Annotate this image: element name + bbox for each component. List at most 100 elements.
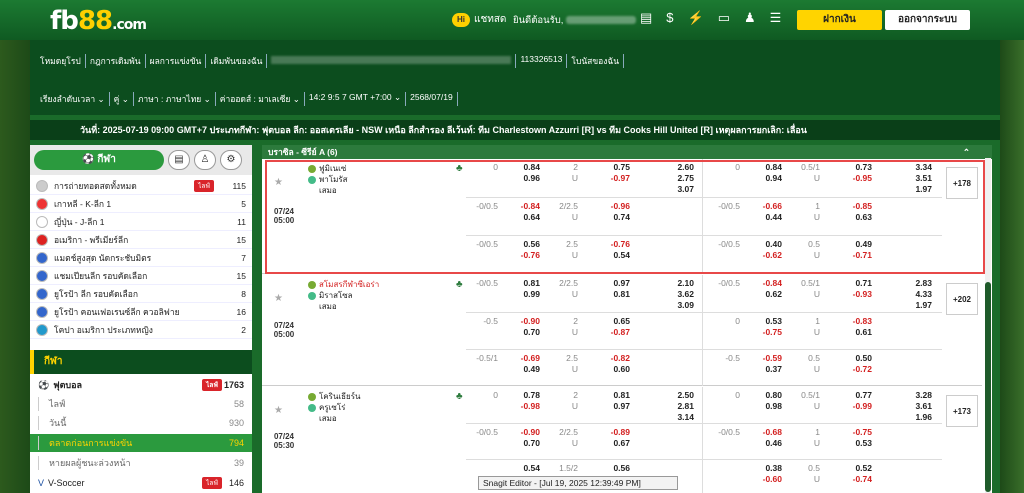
account-icon[interactable]: ♙ [194, 150, 216, 170]
nav-euro-mode[interactable]: โหมดยุโรป [36, 54, 86, 68]
league-item[interactable]: ยูโรป้า คอนเฟอเรนซ์ลีก ควอลิฟาย 16 [30, 303, 252, 321]
more-markets-button[interactable]: +178 [946, 167, 978, 199]
more-markets-button[interactable]: +173 [946, 395, 978, 427]
over-under-odds-1h[interactable]: 0.49 -0.71 [820, 239, 872, 261]
handicap-label: -0/0.5 [718, 201, 740, 211]
league-item[interactable]: โคปา อเมริกา ประเภทหญิง 2 [30, 321, 252, 339]
1x2-odds[interactable]: 2.50 2.81 3.14 [634, 390, 694, 423]
handicap-odds-1h[interactable]: -0.84 0.62 [740, 278, 782, 300]
betslip-icon[interactable]: ▤ [168, 150, 190, 170]
nav-rules[interactable]: กฎการเดิมพัน [86, 54, 146, 68]
over-under-odds-1h[interactable]: 0.71 -0.93 [820, 278, 872, 300]
settings-icon[interactable]: ⚙ [220, 150, 242, 170]
live-chat-link[interactable]: Hi แชทสด [452, 12, 506, 27]
tab-sports[interactable]: ⚽ กีฬา [34, 150, 164, 170]
handicap-odds[interactable]: 0.81 0.99 [498, 278, 540, 300]
over-under-odds[interactable]: -0.76 0.54 [578, 239, 630, 261]
sport-vsoccer[interactable]: V V-Soccer ไลฟ์ 146 [30, 474, 252, 492]
handicap-odds[interactable]: -0.84 0.64 [498, 201, 540, 223]
over-under-odds-1h[interactable]: -0.85 0.63 [820, 201, 872, 223]
language-select[interactable]: ภาษา : ภาษาไทย ⌄ [134, 92, 216, 106]
list-icon[interactable]: ☰ [770, 10, 782, 26]
p2p-icon[interactable]: ▭ [718, 10, 730, 26]
over-under-odds[interactable]: 0.56 [578, 463, 630, 474]
handicap-odds-1h[interactable]: 0.80 0.98 [740, 390, 782, 412]
1x2-odds-1h[interactable]: 3.34 3.51 1.97 [876, 162, 932, 195]
odds-select[interactable]: ค่าออดส์ : มาเลเซีย ⌄ [216, 92, 305, 106]
1x2-odds-1h[interactable]: 2.83 4.33 1.97 [876, 278, 932, 311]
handicap-odds[interactable]: 0.56 -0.76 [498, 239, 540, 261]
stats-icon[interactable]: ♣ [456, 279, 463, 290]
handicap-odds-1h[interactable]: 0.40 -0.62 [740, 239, 782, 261]
over-under-odds[interactable]: -0.82 0.60 [578, 353, 630, 375]
pair-select[interactable]: คู่ ⌄ [110, 92, 134, 106]
league-flag-icon [36, 179, 48, 192]
handicap-odds-1h[interactable]: 0.53 -0.75 [740, 316, 782, 338]
sport-early-market[interactable]: ตลาดก่อนการแข่งขัน 794 [30, 434, 252, 452]
chat-icon: Hi [452, 12, 470, 27]
top-bar: fb88.com Hi แชทสด ยินดีต้อนรับ, ▤ $ ⚡ ▭ ♟… [0, 0, 1024, 40]
league-item[interactable]: แมตช์สูงสุด นัดกระชับมิตร 7 [30, 249, 252, 267]
league-item[interactable]: ยูโรป้า ลีก รอบคัดเลือก 8 [30, 285, 252, 303]
stats-icon[interactable]: ♣ [456, 391, 463, 402]
nav-my-bonus[interactable]: โบนัสของฉัน [567, 54, 625, 68]
league-item[interactable]: เกาหลี - K-ลีก 15 [30, 195, 252, 213]
refresh-icon[interactable]: ⚡ [688, 10, 704, 26]
handicap-odds-1h[interactable]: 0.38 -0.60 [740, 463, 782, 485]
handicap-odds-1h[interactable]: 0.84 0.94 [740, 162, 782, 184]
favorite-star-icon[interactable]: ★ [274, 177, 283, 188]
handicap-odds-1h[interactable]: -0.59 0.37 [740, 353, 782, 375]
nav-results[interactable]: ผลการแข่งขัน [146, 54, 207, 68]
handicap-odds[interactable]: -0.90 0.70 [498, 316, 540, 338]
sport-soccer[interactable]: ⚽ ฟุตบอล ไลฟ์ 1763 [30, 376, 252, 394]
1x2-odds[interactable]: 2.60 2.75 3.07 [634, 162, 694, 195]
favorite-star-icon[interactable]: ★ [274, 405, 283, 416]
collapse-icon[interactable]: ⌃ [963, 145, 970, 159]
sport-today[interactable]: วันนี้ 930 [30, 414, 252, 432]
dollar-icon[interactable]: $ [666, 10, 673, 26]
favorite-star-icon[interactable]: ★ [274, 293, 283, 304]
handicap-odds-1h[interactable]: -0.68 0.46 [740, 427, 782, 449]
handicap-odds[interactable]: 0.84 0.96 [498, 162, 540, 184]
sport-live[interactable]: ไลฟ์ 58 [30, 395, 252, 413]
league-header[interactable]: บราซิล - ซีรีย์ A (6) ⌃ [262, 145, 992, 159]
league-item[interactable]: ญี่ปุ่น - J-ลีก 1 11 [30, 213, 252, 231]
over-under-odds-1h[interactable]: -0.83 0.61 [820, 316, 872, 338]
stats-icon[interactable]: ♣ [456, 163, 463, 174]
user-icon[interactable]: ♟ [744, 10, 756, 26]
clock-select[interactable]: 14:2 9:5 7 GMT +7:00 ⌄ [305, 92, 407, 106]
sport-outright[interactable]: หายผลผู้ชนะล่วงหน้า 39 [30, 454, 252, 472]
over-under-odds-1h[interactable]: 0.73 -0.95 [820, 162, 872, 184]
league-item[interactable]: แชมเปียนลีก รอบคัดเลือก 15 [30, 267, 252, 285]
league-item[interactable]: อเมริกา - พรีเมียร์ลีก 15 [30, 231, 252, 249]
nav-my-bets[interactable]: เดิมพันของฉัน [206, 54, 268, 68]
league-item[interactable]: การถ่ายทอดสดทั้งหมด ไลฟ์ 115 [30, 177, 252, 195]
sports-title: กีฬา [30, 350, 252, 374]
over-under-odds[interactable]: 0.81 0.97 [578, 390, 630, 412]
username-blurred [566, 16, 637, 25]
handicap-odds[interactable]: 0.78 -0.98 [498, 390, 540, 412]
more-markets-button[interactable]: +202 [946, 283, 978, 315]
handicap-odds[interactable]: 0.54 [498, 463, 540, 474]
over-under-odds[interactable]: 0.97 0.81 [578, 278, 630, 300]
1x2-odds[interactable]: 2.10 3.62 3.09 [634, 278, 694, 311]
handicap-odds-1h[interactable]: -0.66 0.44 [740, 201, 782, 223]
handicap-odds[interactable]: -0.69 0.49 [498, 353, 540, 375]
deposit-button[interactable]: ฝากเงิน [797, 10, 882, 30]
goal-line-1h: 0.5 U [808, 239, 820, 260]
over-under-odds-1h[interactable]: 0.52 -0.74 [820, 463, 872, 485]
over-under-odds[interactable]: 0.65 -0.87 [578, 316, 630, 338]
logout-button[interactable]: ออกจากระบบ [885, 10, 970, 30]
fb88-logo[interactable]: fb88.com [50, 6, 147, 36]
over-under-odds[interactable]: -0.89 0.67 [578, 427, 630, 449]
over-under-odds-1h[interactable]: 0.77 -0.99 [820, 390, 872, 412]
over-under-odds-1h[interactable]: 0.50 -0.72 [820, 353, 872, 375]
1x2-odds-1h[interactable]: 3.28 3.61 1.96 [876, 390, 932, 423]
handicap-odds[interactable]: -0.90 0.70 [498, 427, 540, 449]
scrollbar-thumb[interactable] [985, 282, 991, 492]
over-under-odds[interactable]: 0.75 -0.97 [578, 162, 630, 184]
sort-select[interactable]: เรียงลำดับเวลา ⌄ [36, 92, 110, 106]
document-icon[interactable]: ▤ [640, 10, 652, 26]
over-under-odds[interactable]: -0.96 0.74 [578, 201, 630, 223]
over-under-odds-1h[interactable]: -0.75 0.53 [820, 427, 872, 449]
